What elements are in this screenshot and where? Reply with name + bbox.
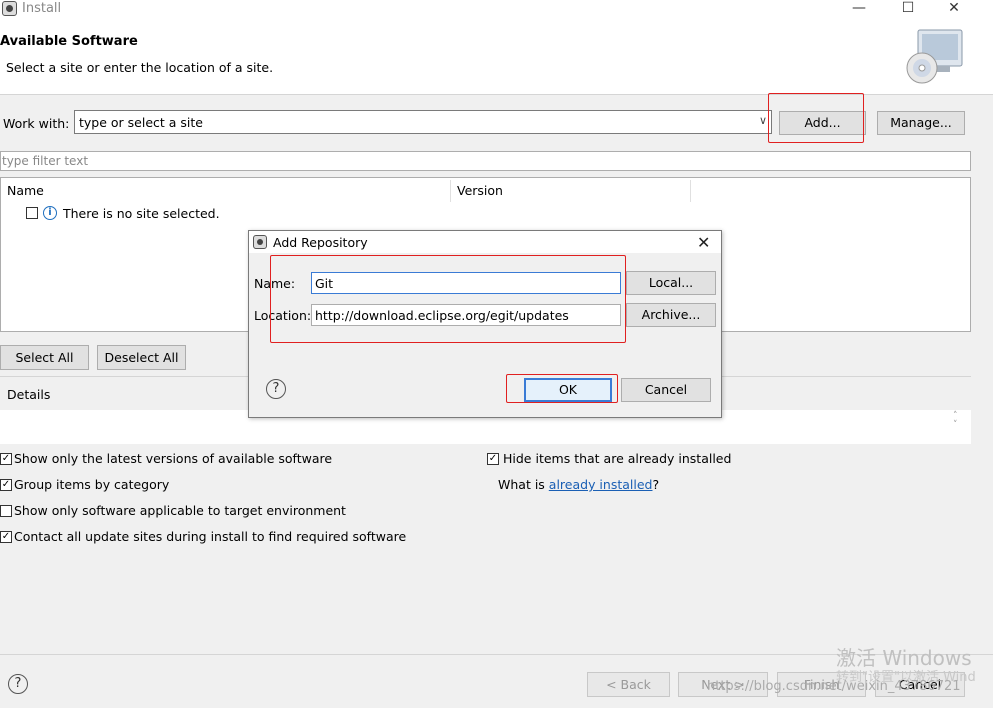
dialog-title: Add Repository bbox=[273, 235, 368, 250]
work-with-value: type or select a site bbox=[79, 115, 203, 130]
group-category-checkbox[interactable]: ✓ bbox=[0, 479, 12, 491]
close-icon[interactable]: ✕ bbox=[697, 233, 710, 252]
details-label: Details bbox=[7, 387, 51, 402]
wizard-header: Available Software Select a site or ente… bbox=[0, 20, 993, 95]
highlight-fields-box bbox=[270, 255, 626, 343]
filter-placeholder: type filter text bbox=[2, 154, 89, 168]
window-titlebar: Install — ☐ ✕ bbox=[0, 0, 993, 20]
latest-versions-checkbox[interactable]: ✓ bbox=[0, 453, 12, 465]
filter-input[interactable]: type filter text bbox=[0, 151, 971, 171]
column-header-name[interactable]: Name bbox=[7, 183, 44, 198]
minimize-button[interactable]: — bbox=[846, 0, 872, 18]
contact-sites-label: Contact all update sites during install … bbox=[14, 529, 407, 544]
empty-message: There is no site selected. bbox=[63, 206, 220, 221]
info-icon: i bbox=[43, 206, 57, 220]
dialog-titlebar: Add Repository ✕ bbox=[249, 231, 721, 253]
help-icon[interactable]: ? bbox=[266, 379, 286, 399]
back-button[interactable]: < Back bbox=[587, 672, 670, 697]
latest-versions-label: Show only the latest versions of availab… bbox=[14, 451, 333, 466]
dropdown-arrow-icon[interactable]: ∨ bbox=[759, 114, 767, 127]
maximize-button[interactable]: ☐ bbox=[895, 0, 921, 18]
contact-sites-checkbox[interactable]: ✓ bbox=[0, 531, 12, 543]
what-is-suffix: ? bbox=[652, 477, 660, 492]
column-divider bbox=[690, 180, 691, 202]
target-env-checkbox[interactable] bbox=[0, 505, 12, 517]
hide-installed-label: Hide items that are already installed bbox=[503, 451, 732, 466]
target-env-label: Show only software applicable to target … bbox=[14, 503, 346, 518]
deselect-all-button[interactable]: Deselect All bbox=[97, 345, 186, 370]
page-title: Available Software bbox=[0, 34, 138, 49]
window-close-button[interactable]: ✕ bbox=[941, 0, 967, 18]
select-all-button[interactable]: Select All bbox=[0, 345, 89, 370]
local-button[interactable]: Local... bbox=[626, 271, 716, 295]
dialog-cancel-button[interactable]: Cancel bbox=[621, 378, 711, 402]
csdn-watermark: https://blog.csdn.net/weixin_43786721 bbox=[707, 679, 961, 694]
work-with-label: Work with: bbox=[3, 116, 70, 131]
app-icon bbox=[253, 235, 267, 249]
app-icon bbox=[2, 1, 17, 16]
manage-button[interactable]: Manage... bbox=[877, 111, 965, 135]
page-subtitle: Select a site or enter the location of a… bbox=[6, 60, 274, 75]
column-header-version[interactable]: Version bbox=[457, 183, 503, 198]
hide-installed-checkbox[interactable]: ✓ bbox=[487, 453, 499, 465]
column-divider bbox=[450, 180, 451, 202]
highlight-ok-box bbox=[506, 374, 618, 403]
window-title: Install bbox=[22, 1, 62, 16]
highlight-add-box bbox=[768, 93, 864, 143]
help-icon[interactable]: ? bbox=[8, 674, 28, 694]
row-checkbox[interactable] bbox=[26, 207, 38, 219]
work-with-combo[interactable]: type or select a site ∨ bbox=[74, 110, 772, 134]
group-category-label: Group items by category bbox=[14, 477, 170, 492]
what-is-text: What is already installed? bbox=[498, 477, 659, 492]
wizard-cd-icon bbox=[906, 29, 963, 84]
what-is-prefix: What is bbox=[498, 477, 549, 492]
details-scroll-arrows[interactable]: ˄ ˅ bbox=[953, 412, 958, 430]
archive-button[interactable]: Archive... bbox=[626, 303, 716, 327]
already-installed-link[interactable]: already installed bbox=[549, 477, 653, 492]
